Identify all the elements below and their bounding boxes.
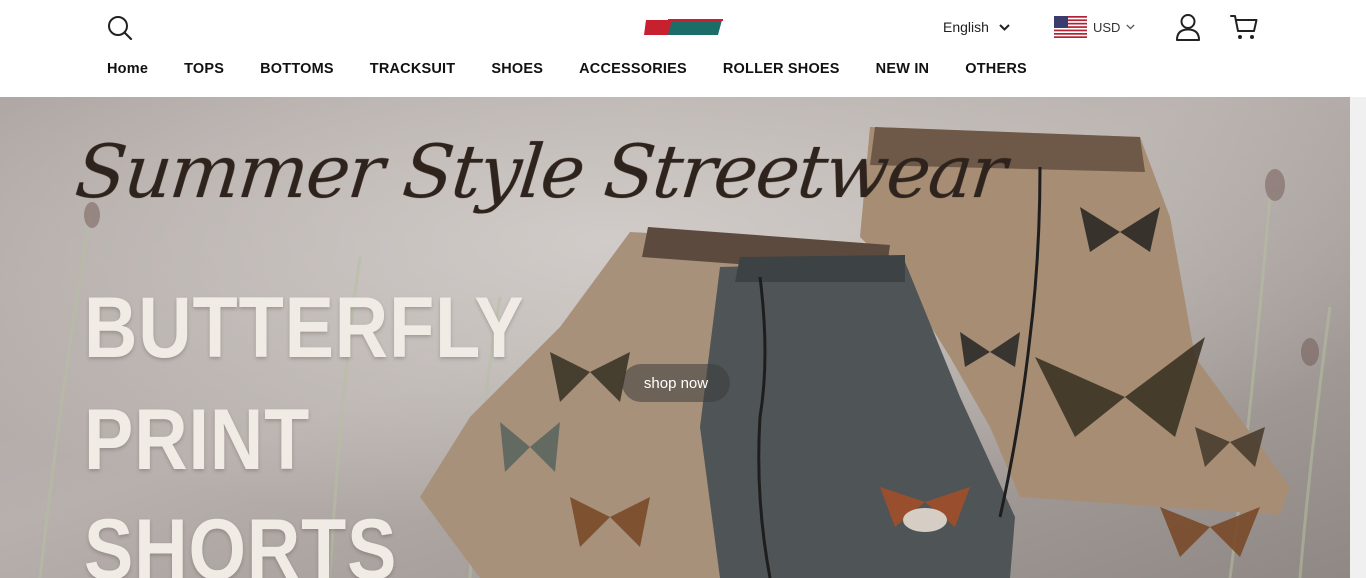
nav-item-new-in[interactable]: NEW IN [876, 60, 930, 78]
hero-banner[interactable]: Summer Style Streetwear BUTTERFLY PRINT … [0, 97, 1350, 578]
chevron-down-icon [1126, 24, 1136, 30]
cart-icon[interactable] [1229, 13, 1259, 41]
site-logo[interactable] [644, 16, 724, 38]
nav-item-shoes[interactable]: SHOES [491, 60, 543, 78]
us-flag-icon [1054, 16, 1087, 38]
nav-item-roller-shoes[interactable]: ROLLER SHOES [723, 60, 840, 78]
shop-now-button[interactable]: shop now [622, 364, 730, 402]
banner-title-line-3: SHORTS [84, 502, 398, 578]
currency-selector[interactable]: USD [1054, 15, 1136, 39]
currency-label: USD [1093, 19, 1121, 35]
banner-title-line-2: PRINT [84, 392, 311, 488]
language-label: English [943, 19, 989, 35]
nav-item-others[interactable]: OTHERS [965, 60, 1027, 78]
main-nav: Home TOPS BOTTOMS TRACKSUIT SHOES ACCESS… [107, 60, 1027, 78]
nav-item-tracksuit[interactable]: TRACKSUIT [370, 60, 456, 78]
search-icon[interactable] [106, 14, 134, 42]
user-icon[interactable] [1174, 13, 1202, 41]
nav-item-accessories[interactable]: ACCESSORIES [579, 60, 687, 78]
nav-item-bottoms[interactable]: BOTTOMS [260, 60, 334, 78]
site-header: English USD Home TOPS BOTTOMS TRACKSUIT … [0, 0, 1366, 97]
banner-headline: Summer Style Streetwear [71, 129, 1009, 215]
page-scrollbar[interactable] [1350, 97, 1366, 578]
language-selector[interactable]: English [943, 17, 1010, 37]
nav-item-tops[interactable]: TOPS [184, 60, 224, 78]
banner-title-line-1: BUTTERFLY [84, 280, 525, 376]
nav-item-home[interactable]: Home [107, 60, 148, 78]
chevron-down-icon [999, 23, 1010, 31]
